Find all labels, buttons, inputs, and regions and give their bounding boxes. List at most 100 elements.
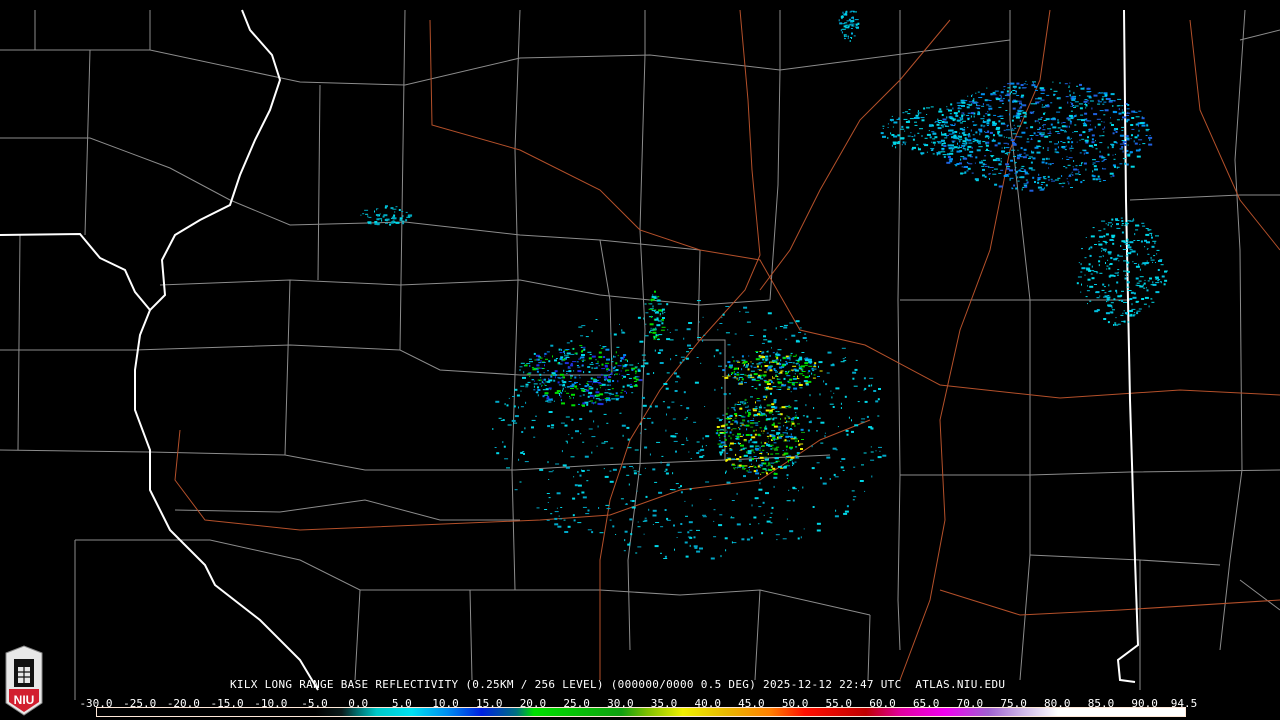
echo-pixel — [932, 141, 936, 144]
echo-pixel — [950, 147, 955, 150]
echo-pixel — [846, 433, 849, 436]
echo-pixel — [701, 445, 703, 448]
echo-pixel — [1127, 154, 1131, 157]
echo-pixel — [781, 384, 786, 387]
echo-pixel — [977, 91, 980, 93]
echo-pixel — [1121, 231, 1124, 234]
echo-pixel — [1142, 284, 1144, 287]
echo-pixel — [406, 216, 411, 218]
echo-pixel — [774, 448, 779, 451]
echo-pixel — [1101, 135, 1105, 137]
echo-pixel — [975, 92, 977, 94]
echo-pixel — [973, 98, 975, 100]
echo-pixel — [726, 418, 731, 420]
echo-pixel — [743, 454, 748, 457]
echo-pixel — [723, 435, 726, 437]
echo-pixel — [1053, 93, 1056, 96]
echo-pixel — [1022, 186, 1025, 188]
echo-pixel — [1022, 97, 1024, 99]
echo-pixel — [833, 392, 835, 394]
echo-pixel — [599, 345, 601, 346]
echo-pixel — [1022, 104, 1027, 107]
echo-pixel — [764, 456, 768, 458]
echo-pixel — [654, 349, 656, 352]
echo-pixel — [750, 396, 753, 398]
echo-pixel — [1110, 239, 1115, 241]
echo-pixel — [537, 358, 540, 361]
echo-pixel — [731, 407, 736, 409]
echo-pixel — [1067, 141, 1070, 144]
echo-pixel — [989, 167, 994, 168]
echo-pixel — [791, 422, 795, 425]
echo-pixel — [1023, 115, 1027, 118]
echo-pixel — [1044, 187, 1045, 189]
echo-pixel — [772, 359, 776, 362]
echo-pixel — [851, 32, 853, 35]
echo-pixel — [1020, 171, 1025, 172]
echo-pixel — [679, 377, 681, 379]
echo-pixel — [734, 467, 736, 470]
echo-pixel — [811, 445, 813, 448]
echo-pixel — [504, 458, 509, 460]
echo-pixel — [720, 555, 722, 558]
echo-pixel — [960, 119, 962, 121]
echo-pixel — [382, 215, 385, 218]
echo-pixel — [1050, 178, 1053, 180]
echo-pixel — [585, 513, 590, 515]
echo-pixel — [1146, 287, 1147, 289]
echo-pixel — [1078, 262, 1080, 264]
echo-pixel — [847, 37, 849, 39]
echo-pixel — [554, 359, 557, 362]
echo-pixel — [539, 373, 542, 376]
echo-pixel — [556, 507, 558, 509]
echo-pixel — [1082, 179, 1085, 181]
echo-pixel — [1135, 116, 1140, 118]
echo-pixel — [795, 457, 800, 459]
echo-pixel — [569, 373, 571, 375]
echo-pixel — [765, 355, 769, 358]
echo-pixel — [595, 363, 599, 365]
echo-pixel — [648, 508, 650, 511]
echo-pixel — [1126, 238, 1129, 241]
echo-pixel — [840, 402, 842, 405]
echo-pixel — [1148, 143, 1153, 146]
echo-pixel — [731, 458, 736, 460]
echo-pixel — [568, 370, 572, 373]
echo-pixel — [936, 141, 941, 143]
echo-pixel — [1138, 139, 1143, 141]
echo-pixel — [1115, 289, 1118, 292]
echo-pixel — [1091, 107, 1093, 110]
echo-pixel — [839, 22, 843, 25]
echo-pixel — [1133, 314, 1136, 316]
echo-pixel — [765, 425, 767, 428]
echo-pixel — [857, 22, 860, 25]
echo-pixel — [719, 352, 722, 355]
echo-pixel — [632, 467, 634, 469]
echo-pixel — [1041, 89, 1046, 92]
echo-pixel — [565, 355, 569, 357]
echo-pixel — [756, 400, 761, 402]
echo-pixel — [685, 515, 688, 517]
echo-pixel — [1164, 270, 1167, 273]
echo-pixel — [598, 399, 602, 401]
echo-pixel — [998, 134, 1003, 137]
echo-pixel — [1129, 151, 1133, 154]
echo-pixel — [719, 445, 721, 447]
echo-pixel — [633, 377, 637, 380]
echo-pixel — [1082, 149, 1087, 151]
echo-pixel — [900, 137, 905, 140]
echo-pixel — [751, 386, 754, 387]
echo-pixel — [918, 113, 920, 116]
echo-pixel — [1012, 116, 1014, 118]
echo-pixel — [783, 324, 788, 326]
echo-pixel — [601, 368, 606, 370]
echo-pixel — [579, 377, 581, 379]
echo-pixel — [942, 126, 944, 128]
echo-pixel — [1111, 218, 1114, 221]
echo-pixel — [943, 121, 948, 124]
echo-pixel — [567, 366, 570, 369]
echo-pixel — [1062, 158, 1063, 160]
echo-pixel — [1127, 244, 1130, 247]
echo-pixel — [1061, 125, 1066, 128]
echo-pixel — [1130, 291, 1134, 294]
